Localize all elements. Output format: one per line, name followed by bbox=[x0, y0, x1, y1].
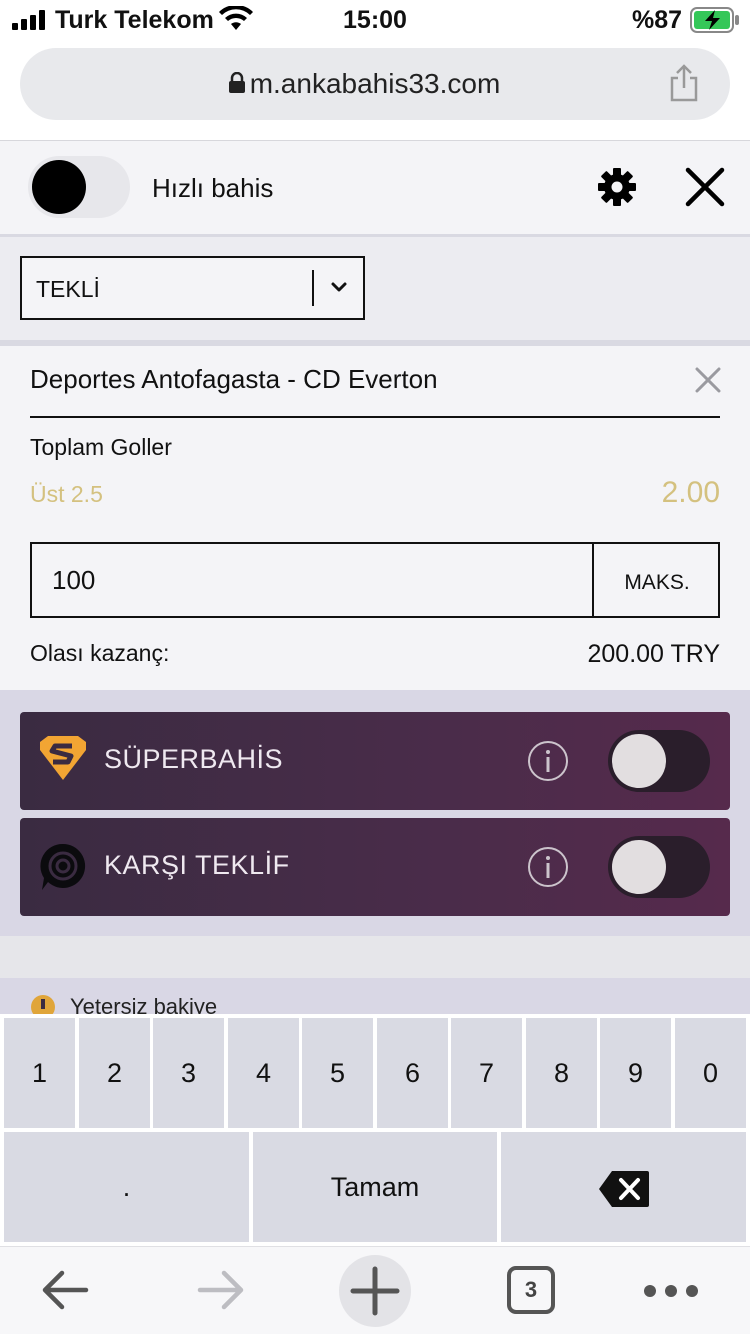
key-dot[interactable]: . bbox=[4, 1132, 249, 1242]
superbahis-row: SÜPERBAHİS bbox=[20, 712, 730, 810]
info-icon[interactable] bbox=[526, 739, 570, 783]
backspace-icon bbox=[598, 1170, 649, 1207]
new-tab-plus-icon bbox=[350, 1266, 400, 1316]
close-icon[interactable] bbox=[684, 166, 726, 208]
key-8[interactable]: 8 bbox=[526, 1018, 597, 1128]
key-4[interactable]: 4 bbox=[228, 1018, 299, 1128]
forward-arrow-icon[interactable] bbox=[194, 1263, 248, 1317]
select-divider bbox=[312, 270, 314, 306]
chevron-down-icon bbox=[331, 282, 347, 292]
potential-win-label: Olası kazanç: bbox=[30, 640, 170, 666]
karsi-teklif-row: KARŞI TEKLİF bbox=[20, 818, 730, 916]
share-icon[interactable] bbox=[668, 64, 700, 102]
bet-card: Deportes Antofagasta - CD Everton Toplam… bbox=[0, 346, 750, 690]
toggle-knob bbox=[612, 734, 666, 788]
promo-title: SÜPERBAHİS bbox=[104, 744, 284, 774]
toggle-knob bbox=[32, 160, 86, 214]
bet-type-select[interactable]: TEKLİ bbox=[20, 256, 365, 320]
key-0[interactable]: 0 bbox=[675, 1018, 746, 1128]
key-1[interactable]: 1 bbox=[4, 1018, 75, 1128]
info-icon[interactable] bbox=[526, 845, 570, 889]
toggle-knob bbox=[612, 840, 666, 894]
key-6[interactable]: 6 bbox=[377, 1018, 448, 1128]
key-7[interactable]: 7 bbox=[451, 1018, 522, 1128]
market-name: Toplam Goller bbox=[30, 434, 172, 460]
promo-title: KARŞI TEKLİF bbox=[104, 850, 290, 880]
url-text: m.ankabahis33.com bbox=[249, 68, 501, 99]
selection-name: Üst 2.5 bbox=[30, 481, 103, 507]
spacer bbox=[0, 936, 750, 978]
max-stake-button[interactable]: MAKS. bbox=[592, 544, 720, 616]
numeric-keyboard: 1 2 3 4 5 6 7 8 9 0 . Tamam bbox=[0, 1014, 750, 1246]
address-bar[interactable]: m.ankabahis33.com bbox=[20, 48, 730, 120]
potential-win-value: 200.00 TRY bbox=[587, 640, 720, 668]
quick-bet-toggle[interactable] bbox=[28, 156, 130, 218]
promo-area: SÜPERBAHİS KARŞI TEKLİF bbox=[0, 690, 750, 936]
quick-bet-label: Hızlı bahis bbox=[152, 173, 274, 203]
key-2[interactable]: 2 bbox=[79, 1018, 150, 1128]
gear-icon[interactable] bbox=[596, 166, 638, 208]
stake-input[interactable] bbox=[52, 558, 552, 602]
bet-type-area: TEKLİ bbox=[0, 237, 750, 340]
karsi-teklif-toggle[interactable] bbox=[608, 836, 710, 898]
odds-value: 2.00 bbox=[661, 476, 720, 509]
divider bbox=[30, 416, 720, 418]
backspace-key[interactable] bbox=[501, 1132, 746, 1242]
key-9[interactable]: 9 bbox=[600, 1018, 671, 1128]
betslip-header: Hızlı bahis bbox=[0, 141, 750, 234]
remove-bet-icon[interactable] bbox=[694, 366, 722, 394]
browser-toolbar: 3 bbox=[0, 1246, 750, 1334]
warning-bar: Yetersiz bakiye bbox=[0, 978, 750, 1018]
stake-box: MAKS. bbox=[30, 542, 720, 618]
battery-charging-icon bbox=[690, 7, 739, 33]
key-5[interactable]: 5 bbox=[302, 1018, 373, 1128]
superbahis-logo-icon bbox=[40, 736, 86, 780]
new-tab-button[interactable] bbox=[339, 1255, 411, 1327]
key-3[interactable]: 3 bbox=[153, 1018, 224, 1128]
status-bar: Turk Telekom 15:00 %87 bbox=[0, 0, 750, 40]
back-arrow-icon[interactable] bbox=[38, 1263, 92, 1317]
karsi-teklif-logo-icon bbox=[40, 843, 86, 890]
done-key[interactable]: Tamam bbox=[253, 1132, 497, 1242]
tabs-icon[interactable]: 3 bbox=[507, 1266, 555, 1314]
bet-type-value: TEKLİ bbox=[36, 276, 100, 302]
match-title: Deportes Antofagasta - CD Everton bbox=[30, 364, 438, 394]
more-icon[interactable] bbox=[640, 1277, 702, 1305]
superbahis-toggle[interactable] bbox=[608, 730, 710, 792]
battery-percent: %87 bbox=[632, 6, 683, 34]
